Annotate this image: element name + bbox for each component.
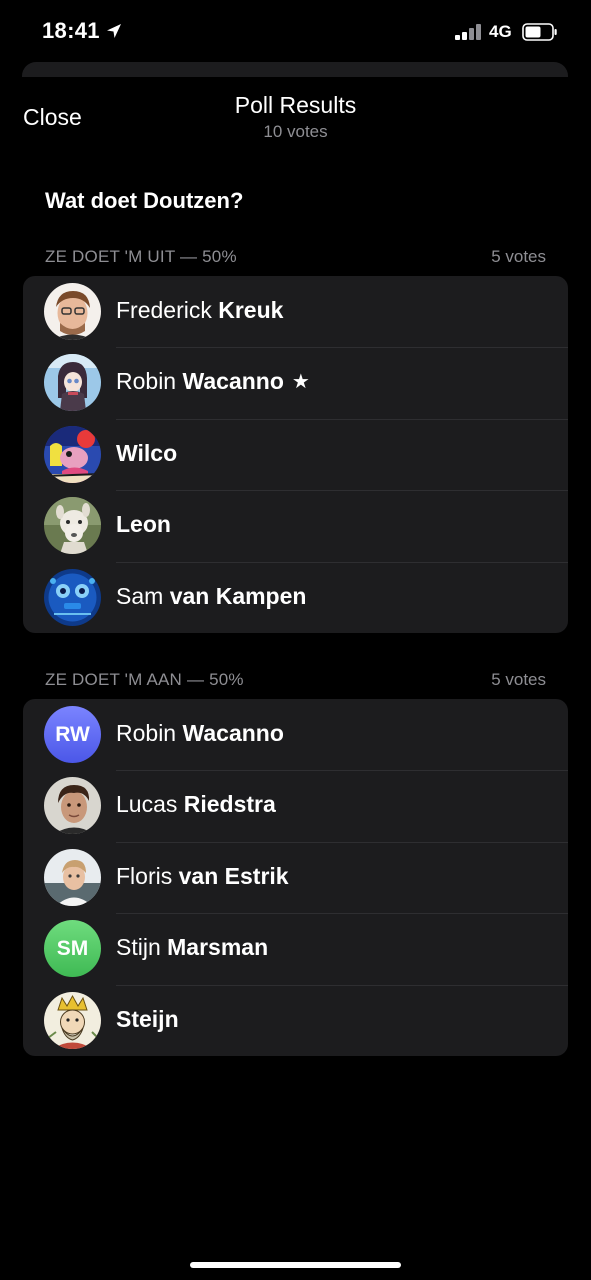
network-type: 4G [489, 22, 512, 41]
voter-last-name: Marsman [167, 934, 269, 961]
avatar [44, 354, 101, 412]
voter-last-name: van Kampen [169, 582, 307, 609]
voter-list: Frederick Kreuk Robin Wacanno ★ Wilco Le… [23, 276, 568, 633]
vote-count-subtitle: 10 votes [263, 122, 328, 141]
option-vote-count: 5 votes [491, 670, 546, 689]
voter-row[interactable]: Robin Wacanno ★ [23, 347, 568, 418]
voter-name: Leon [116, 511, 171, 538]
voter-last-name: Kreuk [218, 297, 284, 323]
voter-name: Robin Wacanno [116, 720, 284, 747]
voter-first-name: Robin [116, 368, 177, 395]
voter-last-name: Wilco [116, 439, 178, 466]
voter-last-name: van Estrik [178, 862, 289, 889]
page-title: Poll Results [234, 92, 357, 118]
star-icon: ★ [291, 371, 310, 394]
avatar: RW [44, 706, 101, 763]
avatar [44, 777, 101, 835]
section-header: ZE DOET 'M UIT — 50% 5 votes [45, 247, 546, 271]
voter-name: Lucas Riedstra [116, 791, 276, 818]
voter-name: Stijn Marsman [116, 934, 268, 961]
voter-name: Floris van Estrik [116, 863, 289, 890]
voter-row[interactable]: Steijn [23, 984, 568, 1056]
avatar: SM [44, 920, 101, 978]
avatar [44, 497, 101, 555]
voter-name: Frederick Kreuk [116, 297, 283, 324]
avatar [44, 991, 101, 1049]
voter-row[interactable]: Frederick Kreuk [23, 276, 568, 347]
voter-first-name: Robin [116, 720, 177, 746]
poll-question: Wat doet Doutzen? [45, 188, 244, 213]
voter-last-name: Wacanno [182, 720, 284, 746]
voter-list: RW Robin Wacanno Lucas Riedstra Floris v… [23, 699, 568, 1056]
voter-first-name: Floris [116, 862, 173, 889]
home-indicator[interactable] [190, 1262, 401, 1268]
voter-row[interactable]: SM Stijn Marsman [23, 913, 568, 984]
avatar [44, 568, 101, 626]
voter-row[interactable]: RW Robin Wacanno [23, 699, 568, 770]
avatar [44, 848, 101, 906]
voter-name: Wilco [116, 440, 177, 467]
voter-name: Robin Wacanno ★ [116, 368, 310, 395]
voter-last-name: Leon [116, 511, 171, 538]
avatar [44, 283, 101, 340]
voter-row[interactable]: Wilco [23, 418, 568, 490]
option-vote-count: 5 votes [491, 247, 546, 266]
location-arrow-icon [107, 24, 121, 38]
voter-row[interactable]: Floris van Estrik [23, 841, 568, 913]
voter-last-name: Riedstra [183, 791, 276, 818]
voter-first-name: Lucas [116, 791, 178, 818]
voter-row[interactable]: Lucas Riedstra [23, 770, 568, 841]
voter-first-name: Stijn [116, 934, 161, 961]
option-label: ZE DOET 'M AAN — 50% [45, 670, 244, 689]
status-bar: 18:41 4G [0, 0, 591, 66]
voter-name: Steijn [116, 1006, 179, 1033]
cellular-signal-icon [455, 24, 483, 40]
voter-row[interactable]: Leon [23, 490, 568, 561]
voter-first-name: Frederick [116, 297, 212, 323]
voter-last-name: Steijn [116, 1005, 179, 1032]
avatar [44, 425, 101, 483]
section-header: ZE DOET 'M AAN — 50% 5 votes [45, 670, 546, 694]
status-time: 18:41 [42, 18, 100, 43]
voter-row[interactable]: Sam van Kampen [23, 561, 568, 633]
voter-last-name: Wacanno [182, 368, 284, 395]
voter-first-name: Sam [116, 582, 164, 609]
option-label: ZE DOET 'M UIT — 50% [45, 247, 237, 266]
battery-icon [522, 23, 557, 41]
voter-name: Sam van Kampen [116, 583, 306, 610]
